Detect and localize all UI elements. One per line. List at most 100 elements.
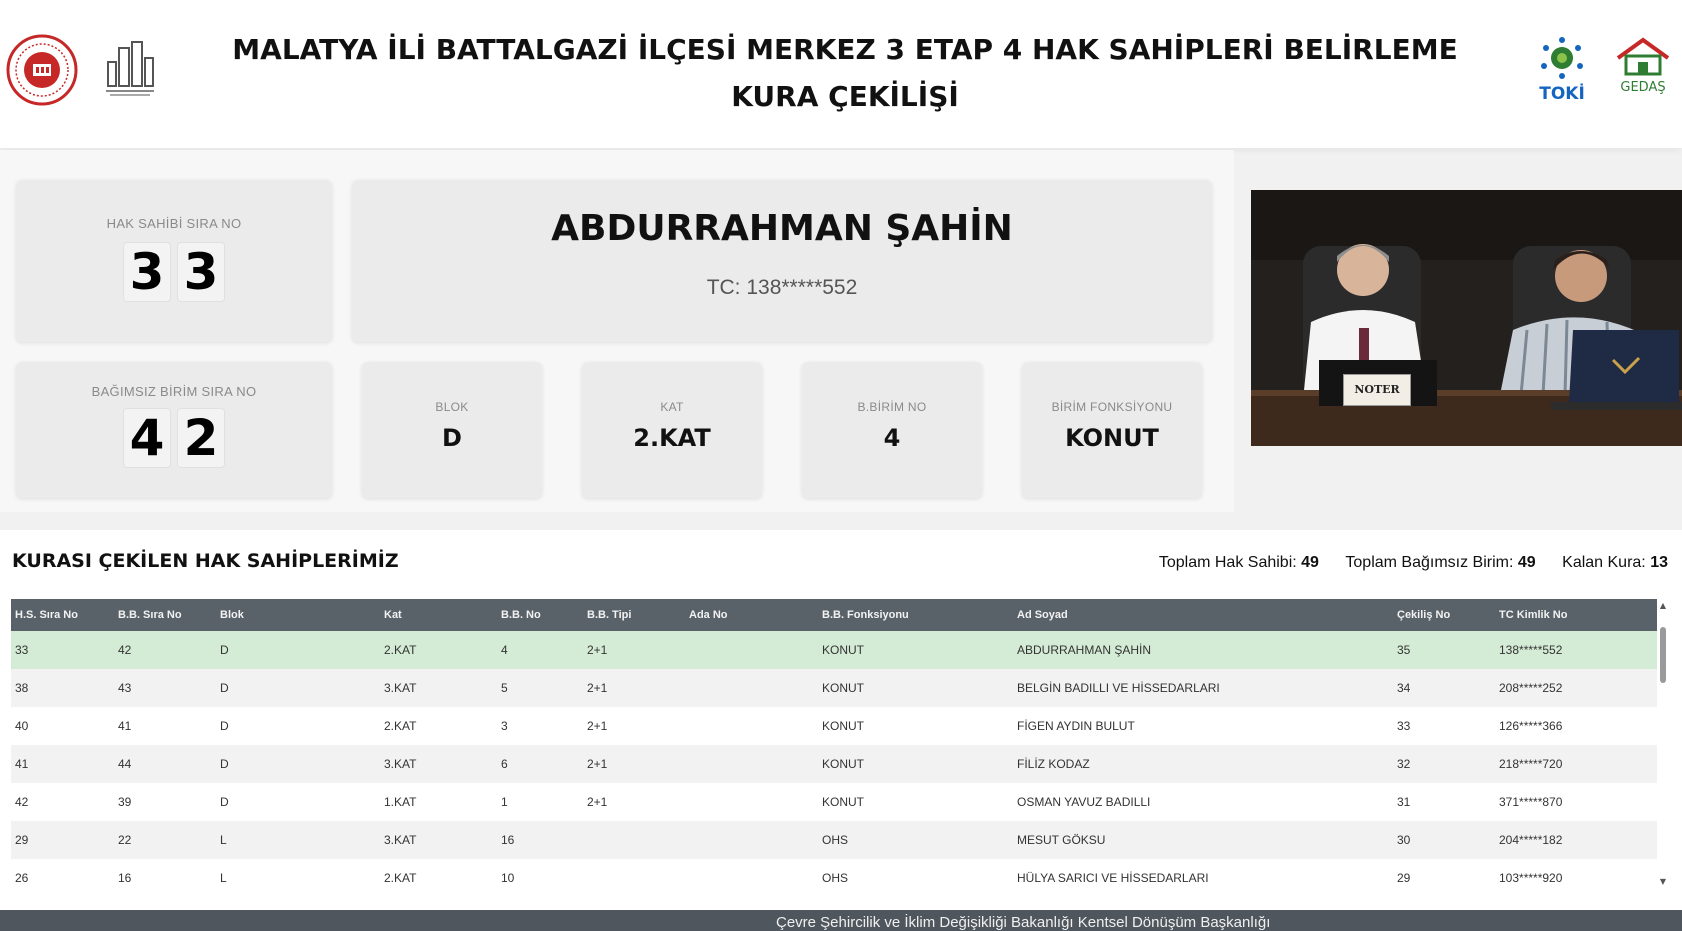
table-cell: FİLİZ KODAZ <box>1013 745 1393 783</box>
footer: Çevre Şehircilik ve İklim Değişikliği Ba… <box>0 910 1682 931</box>
table-cell: 204*****182 <box>1495 821 1657 859</box>
table-cell: 30 <box>1393 821 1495 859</box>
scroll-down-icon[interactable]: ▼ <box>1658 877 1668 886</box>
draw-panel: HAK SAHİBİ SIRA NO 3 3 ABDURRAHMAN ŞAHİN… <box>0 150 1234 512</box>
table-cell: OHS <box>818 821 1013 859</box>
table-cell: ABDURRAHMAN ŞAHİN <box>1013 631 1393 669</box>
table-row[interactable]: 40 41 D 2.KAT 3 2+1 KONUT FİGEN AYDIN BU… <box>11 707 1657 745</box>
digit: 3 <box>123 242 171 302</box>
table-cell: 16 <box>497 821 583 859</box>
table-cell: 31 <box>1393 783 1495 821</box>
scroll-up-icon[interactable]: ▲ <box>1658 601 1668 610</box>
table-cell: 44 <box>114 745 216 783</box>
table-cell: 2.KAT <box>380 859 497 897</box>
winner-name: ABDURRAHMAN ŞAHİN <box>551 208 1013 249</box>
table-cell: FİGEN AYDIN BULUT <box>1013 707 1393 745</box>
column-header[interactable]: Kat <box>380 599 497 631</box>
digit: 2 <box>177 408 225 468</box>
stat-label: Kalan Kura: <box>1562 554 1646 571</box>
hak-sahibi-number: 3 3 <box>16 242 332 302</box>
birim-no-label: B.BİRİM NO <box>857 400 927 414</box>
table-cell: 2.KAT <box>380 707 497 745</box>
column-header[interactable]: B.B. Fonksiyonu <box>818 599 1013 631</box>
table-cell: HÜLYA SARICI VE HİSSEDARLARI <box>1013 859 1393 897</box>
column-header[interactable]: Ada No <box>685 599 818 631</box>
table-cell: 126*****366 <box>1495 707 1657 745</box>
blok-label: BLOK <box>435 400 469 414</box>
column-header[interactable]: H.S. Sıra No <box>11 599 114 631</box>
table-cell: 3.KAT <box>380 745 497 783</box>
live-video: NOTER <box>1251 190 1682 446</box>
table-cell: 16 <box>114 859 216 897</box>
urban-transformation-icon <box>104 40 156 100</box>
table-cell: D <box>216 669 380 707</box>
table-cell: 32 <box>1393 745 1495 783</box>
scroll-thumb[interactable] <box>1660 627 1666 683</box>
table-cell: 39 <box>114 783 216 821</box>
draw-stats: Toplam Hak Sahibi: 49 Toplam Bağımsız Bi… <box>1137 554 1668 572</box>
table-cell <box>685 821 818 859</box>
digit: 3 <box>177 242 225 302</box>
table-cell: 42 <box>11 783 114 821</box>
bagimsiz-birim-card: BAĞIMSIZ BİRİM SIRA NO 4 2 <box>16 362 332 498</box>
table-cell: 34 <box>1393 669 1495 707</box>
toki-logo-text: TOKİ <box>1539 84 1585 104</box>
column-header[interactable]: Çekiliş No <box>1393 599 1495 631</box>
column-header[interactable]: B.B. No <box>497 599 583 631</box>
table-cell: BELGİN BADILLI VE HİSSEDARLARI <box>1013 669 1393 707</box>
table-cell <box>685 707 818 745</box>
column-header[interactable]: B.B. Sıra No <box>114 599 216 631</box>
table-cell: 33 <box>1393 707 1495 745</box>
table-cell: 2+1 <box>583 707 685 745</box>
table-cell: KONUT <box>818 669 1013 707</box>
hak-sahibi-card: HAK SAHİBİ SIRA NO 3 3 <box>16 180 332 342</box>
table-cell: 3 <box>497 707 583 745</box>
table-cell: KONUT <box>818 783 1013 821</box>
results-table-wrap[interactable]: H.S. Sıra No B.B. Sıra No Blok Kat B.B. … <box>11 599 1657 897</box>
table-cell <box>685 859 818 897</box>
stat-value: 49 <box>1517 554 1536 571</box>
table-cell: KONUT <box>818 631 1013 669</box>
table-cell: 29 <box>1393 859 1495 897</box>
stat-toplam-hak-sahibi: Toplam Hak Sahibi: 49 <box>1159 554 1319 571</box>
column-header[interactable]: Ad Soyad <box>1013 599 1393 631</box>
stat-toplam-bagimsiz: Toplam Bağımsız Birim: 49 <box>1345 554 1535 571</box>
table-row[interactable]: 33 42 D 2.KAT 4 2+1 KONUT ABDURRAHMAN ŞA… <box>11 631 1657 669</box>
table-row[interactable]: 41 44 D 3.KAT 6 2+1 KONUT FİLİZ KODAZ 32… <box>11 745 1657 783</box>
table-cell <box>685 745 818 783</box>
hak-sahibi-label: HAK SAHİBİ SIRA NO <box>106 216 242 231</box>
blok-card: BLOK D <box>362 362 542 498</box>
table-row[interactable]: 38 43 D 3.KAT 5 2+1 KONUT BELGİN BADILLI… <box>11 669 1657 707</box>
stat-value: 49 <box>1301 554 1319 571</box>
birim-no-card: B.BİRİM NO 4 <box>802 362 982 498</box>
list-title: KURASI ÇEKİLEN HAK SAHİPLERİMİZ <box>12 550 399 572</box>
table-cell <box>583 859 685 897</box>
column-header[interactable]: TC Kimlik No <box>1495 599 1657 631</box>
table-cell: 40 <box>11 707 114 745</box>
page-title: MALATYA İLİ BATTALGAZİ İLÇESİ MERKEZ 3 E… <box>232 33 1458 113</box>
column-header[interactable]: Blok <box>216 599 380 631</box>
table-cell: OHS <box>818 859 1013 897</box>
table-cell: L <box>216 821 380 859</box>
table-cell <box>583 821 685 859</box>
table-row[interactable]: 42 39 D 1.KAT 1 2+1 KONUT OSMAN YAVUZ BA… <box>11 783 1657 821</box>
table-cell: 42 <box>114 631 216 669</box>
blok-value: D <box>442 424 462 452</box>
birim-fonksiyonu-label: BİRİM FONKSİYONU <box>1051 400 1173 414</box>
gedas-logo: GEDAŞ <box>1612 36 1674 106</box>
table-scrollbar[interactable]: ▲ ▼ <box>1658 599 1668 889</box>
table-cell: D <box>216 707 380 745</box>
table-cell: MESUT GÖKSU <box>1013 821 1393 859</box>
stat-kalan-kura: Kalan Kura: 13 <box>1562 554 1668 571</box>
table-cell: 3.KAT <box>380 669 497 707</box>
bagimsiz-birim-label: BAĞIMSIZ BİRİM SIRA NO <box>91 384 257 399</box>
noter-placard: NOTER <box>1343 374 1411 406</box>
table-cell: 41 <box>11 745 114 783</box>
table-row[interactable]: 29 22 L 3.KAT 16 OHS MESUT GÖKSU 30 204*… <box>11 821 1657 859</box>
table-cell: 22 <box>114 821 216 859</box>
gedas-logo-text: GEDAŞ <box>1620 80 1666 95</box>
table-row[interactable]: 26 16 L 2.KAT 10 OHS HÜLYA SARICI VE HİS… <box>11 859 1657 897</box>
ministry-seal-icon <box>6 34 78 106</box>
column-header[interactable]: B.B. Tipi <box>583 599 685 631</box>
table-cell <box>685 783 818 821</box>
